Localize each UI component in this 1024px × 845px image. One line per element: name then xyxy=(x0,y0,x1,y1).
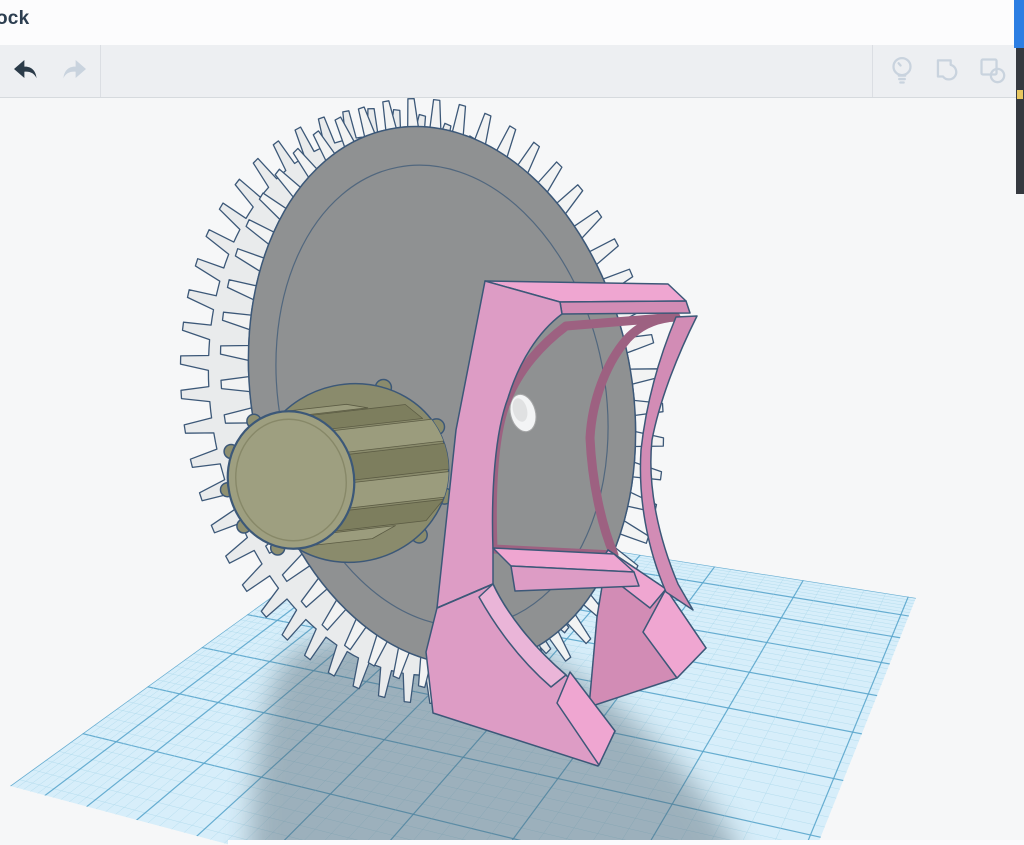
title-bar: ock xyxy=(0,0,1024,45)
history-controls xyxy=(0,50,100,92)
clipped-panel-yellow-mark xyxy=(1017,90,1023,99)
lightbulb-icon xyxy=(885,53,919,90)
clipped-panel-dark-strip xyxy=(1016,48,1024,194)
scene-canvas[interactable] xyxy=(0,0,1024,845)
shape-blob-button[interactable] xyxy=(926,50,968,92)
redo-arrow-icon xyxy=(60,55,90,88)
viewport-3d[interactable] xyxy=(0,0,1024,845)
undo-button[interactable] xyxy=(4,50,46,92)
undo-arrow-icon xyxy=(10,55,40,88)
shape-group-button[interactable] xyxy=(971,50,1013,92)
shape-group-icon xyxy=(975,53,1009,90)
clipped-panel-blue-strip xyxy=(1014,0,1024,48)
bottom-edge-sliver xyxy=(228,840,1024,845)
redo-button[interactable] xyxy=(54,50,96,92)
hints-button[interactable] xyxy=(881,50,923,92)
project-title: ock xyxy=(0,8,29,30)
view-tools xyxy=(873,50,1024,92)
toolbar xyxy=(0,45,1024,98)
toolbar-divider xyxy=(100,45,101,97)
shape-blob-icon xyxy=(930,53,964,90)
